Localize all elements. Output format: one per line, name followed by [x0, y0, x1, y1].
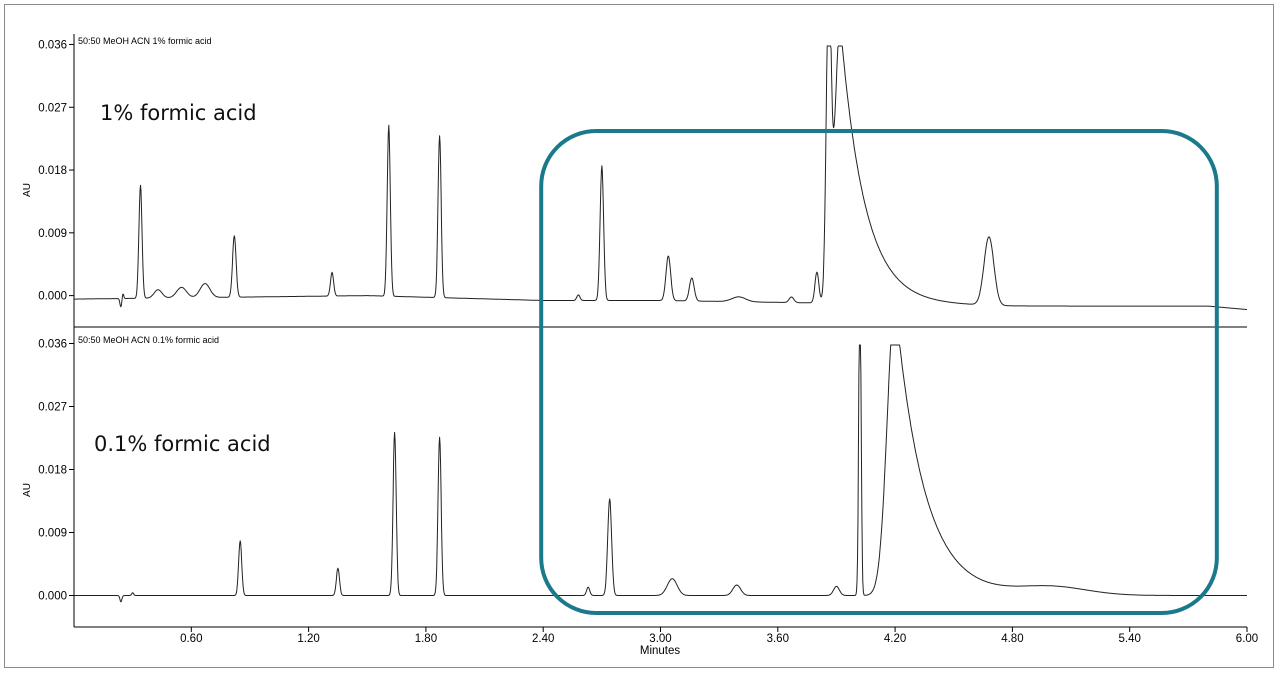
- y-tick-label: 0.036: [38, 339, 67, 351]
- y-axis-label: AU: [22, 183, 33, 197]
- x-tick-label: 0.60: [180, 633, 202, 645]
- y-tick-label: 0.027: [38, 402, 67, 414]
- x-tick-label: 1.80: [415, 633, 437, 645]
- y-axis-label: AU: [22, 483, 33, 497]
- y-tick-label: 0.009: [38, 228, 67, 240]
- x-tick-label: 4.80: [1001, 633, 1023, 645]
- y-ticks: 0.000 0.009 0.018 0.027 0.036: [38, 339, 74, 603]
- y-tick-label: 0.000: [38, 591, 67, 603]
- y-tick-label: 0.018: [38, 465, 67, 477]
- trace-1pct: [74, 45, 1248, 311]
- x-tick-label: 2.40: [532, 633, 554, 645]
- panel-0-1pct: 50:50 MeOH ACN 0.1% formic acid 0.1% for…: [22, 327, 1247, 627]
- x-tick-label: 6.00: [1236, 633, 1258, 645]
- panel-title: 50:50 MeOH ACN 0.1% formic acid: [78, 335, 219, 345]
- highlight-box: [539, 129, 1219, 615]
- x-axis-label: Minutes: [640, 645, 681, 657]
- y-tick-label: 0.009: [38, 528, 67, 540]
- annotation-label: 1% formic acid: [100, 101, 257, 125]
- y-tick-label: 0.036: [38, 39, 67, 51]
- x-tick-label: 4.20: [884, 633, 906, 645]
- y-tick-label: 0.018: [38, 165, 67, 177]
- chromatogram-chart: 50:50 MeOH ACN 1% formic acid 1% formic …: [22, 34, 1258, 657]
- panel-title: 50:50 MeOH ACN 1% formic acid: [78, 36, 212, 46]
- x-tick-label: 3.60: [767, 633, 789, 645]
- x-ticks: 0.60 1.20 1.80 2.40 3.00 3.60 4.20 4.80 5.40 6.00: [180, 627, 1258, 645]
- y-ticks: 0.000 0.009 0.018 0.027 0.036: [38, 39, 74, 303]
- y-tick-label: 0.027: [38, 102, 67, 114]
- x-tick-label: 1.20: [297, 633, 319, 645]
- annotation-label: 0.1% formic acid: [94, 432, 271, 456]
- y-tick-label: 0.000: [38, 291, 67, 303]
- x-tick-label: 3.00: [649, 633, 671, 645]
- trace-0-1pct: [74, 344, 1247, 603]
- panel-1pct: 50:50 MeOH ACN 1% formic acid 1% formic …: [22, 34, 1248, 327]
- x-tick-label: 5.40: [1119, 633, 1141, 645]
